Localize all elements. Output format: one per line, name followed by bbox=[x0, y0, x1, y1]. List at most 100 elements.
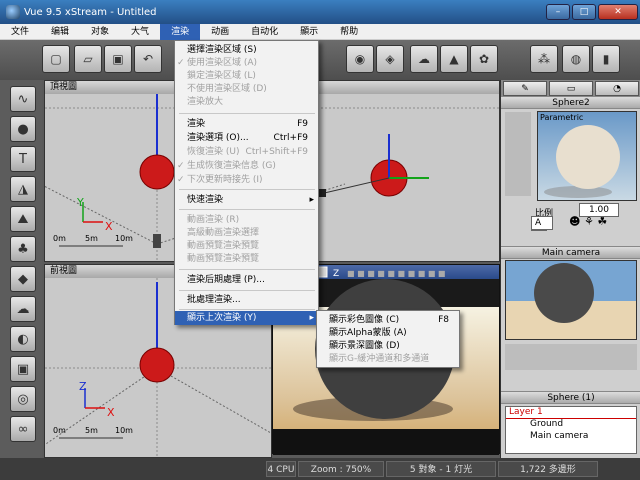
axis-y-label: Y bbox=[76, 196, 84, 209]
text-tool-icon[interactable]: T bbox=[10, 146, 36, 172]
menu-animation[interactable]: 动画 bbox=[200, 24, 240, 40]
plant-icon[interactable]: ✿ bbox=[470, 45, 498, 73]
menu-object[interactable]: 对象 bbox=[80, 24, 120, 40]
close-button[interactable]: ✕ bbox=[598, 4, 638, 20]
scale-label-5: 5m bbox=[85, 426, 98, 435]
menu-item-quick-render[interactable]: 快速渲染 ▸ bbox=[175, 193, 318, 207]
menu-bar: 文件 编辑 对象 大气 渲染 动画 自动化 顯示 帮助 bbox=[0, 23, 640, 40]
menu-item-render-zoom[interactable]: 渲染放大 bbox=[175, 95, 318, 109]
planet-tool-icon[interactable]: ◐ bbox=[10, 326, 36, 352]
objects-header: Sphere (1) bbox=[501, 391, 640, 404]
chart-icon[interactable]: ▮ bbox=[592, 45, 620, 73]
title-bar: Vue 9.5 xStream - Untitled – □ ✕ bbox=[0, 0, 640, 24]
render-menu-dropdown: 選擇渲染区域 (S) ✓ 使用渲染区域 (A) 鎖定渲染区域 (L) 不使用渲染区… bbox=[174, 40, 319, 325]
tab-object-icon[interactable]: ✎ bbox=[503, 81, 547, 96]
metablob-tool-icon[interactable]: ∞ bbox=[10, 416, 36, 442]
menu-file[interactable]: 文件 bbox=[0, 24, 40, 40]
scale-label-5: 5m bbox=[85, 234, 98, 243]
submenu-item-color-image[interactable]: 顯示彩色圖像 (C) F8 bbox=[317, 313, 459, 327]
tab-settings-icon[interactable]: ◔ bbox=[595, 81, 639, 96]
object-count: 5 對象 - 1 灯光 bbox=[386, 461, 496, 477]
menu-item-select-region[interactable]: 選擇渲染区域 (S) bbox=[175, 43, 318, 57]
weather-icon[interactable]: ☁ bbox=[410, 45, 438, 73]
move-camera-icon[interactable]: ◈ bbox=[376, 45, 404, 73]
camera-preview[interactable] bbox=[505, 260, 637, 340]
rock-tool-icon[interactable]: ◆ bbox=[10, 266, 36, 292]
menu-item-batch-render[interactable]: 批處理渲染... bbox=[175, 293, 318, 307]
scale-label-0: 0m bbox=[53, 234, 66, 243]
tree-tool-icon[interactable]: ♣ bbox=[10, 236, 36, 262]
world-browser[interactable]: Layer 1 Ground Main camera bbox=[505, 406, 637, 454]
menu-item-animation-preview[interactable]: 動画預覽渲染預覽 bbox=[175, 239, 318, 253]
layer-item[interactable]: Layer 1 bbox=[506, 407, 636, 419]
menu-item-animation-preview-2[interactable]: 動画預覽渲染預覽 bbox=[175, 252, 318, 266]
menu-item-post-process[interactable]: 渲染后期處理 (P)... bbox=[175, 273, 318, 287]
material-buttons[interactable] bbox=[505, 112, 531, 196]
camera-header: Main camera bbox=[501, 246, 640, 259]
menu-item-resume-render[interactable]: 恢復渲染 (U) Ctrl+Shift+F9 bbox=[175, 145, 318, 159]
menu-item-next-update[interactable]: ✓ 下次更新時接先 (I) bbox=[175, 173, 318, 187]
menu-help[interactable]: 帮助 bbox=[329, 24, 369, 40]
terrain-tool-icon[interactable]: ◮ bbox=[10, 176, 36, 202]
scale-label-10: 10m bbox=[115, 426, 133, 435]
menu-item-animation-render[interactable]: 動画渲染 (R) bbox=[175, 213, 318, 227]
layer-item[interactable]: Main camera bbox=[506, 431, 636, 443]
status-bar: 4 CPU Zoom : 750% 5 對象 - 1 灯光 1,722 多邊形 bbox=[0, 458, 640, 480]
rotate-camera-icon[interactable]: ◉ bbox=[346, 45, 374, 73]
object-type-icons[interactable]: ☻ ⚘ ☘ bbox=[569, 216, 639, 230]
sphere-object[interactable] bbox=[139, 154, 175, 190]
cloud-tool-icon[interactable]: ☁ bbox=[10, 296, 36, 322]
app-icon bbox=[6, 5, 20, 19]
mountain-tool-icon[interactable]: ⛰ bbox=[10, 206, 36, 232]
sphere-tool-icon[interactable]: ● bbox=[10, 116, 36, 142]
curve-tool-icon[interactable]: ∿ bbox=[10, 86, 36, 112]
minimize-button[interactable]: – bbox=[546, 4, 570, 20]
menu-item-render-options[interactable]: 渲染選項 (O)... Ctrl+F9 bbox=[175, 131, 318, 145]
new-file-icon[interactable]: ▢ bbox=[42, 45, 70, 73]
menu-atmosphere[interactable]: 大气 bbox=[120, 24, 160, 40]
undo-icon[interactable]: ↶ bbox=[134, 45, 162, 73]
tab-scale-icon[interactable]: ▭ bbox=[549, 81, 593, 96]
save-icon[interactable]: ▣ bbox=[104, 45, 132, 73]
menu-item-render[interactable]: 渲染 F9 bbox=[175, 117, 318, 131]
show-last-render-submenu: 顯示彩色圖像 (C) F8 顯示Alpha蒙版 (A) 顯示景深圖像 (D) 顯示… bbox=[316, 310, 460, 368]
axis-z-label: Z bbox=[79, 380, 87, 393]
menu-display[interactable]: 顯示 bbox=[289, 24, 329, 40]
terrain-icon[interactable]: ▲ bbox=[440, 45, 468, 73]
object-name-header: Sphere2 bbox=[501, 96, 640, 109]
sphere-object-front[interactable] bbox=[139, 347, 175, 383]
open-folder-icon[interactable]: ▱ bbox=[74, 45, 102, 73]
camera-object[interactable] bbox=[153, 234, 161, 248]
window-title: Vue 9.5 xStream - Untitled bbox=[24, 6, 157, 18]
main-toolbar: ▢ ▱ ▣ ↶ ◉ ◈ ☁ ▲ ✿ ⁂ ◍ ▮ bbox=[0, 40, 640, 80]
menu-edit[interactable]: 编辑 bbox=[40, 24, 80, 40]
boolean-tool-icon[interactable]: ◎ bbox=[10, 386, 36, 412]
menu-item-lock-region[interactable]: 鎖定渲染区域 (L) bbox=[175, 69, 318, 83]
material-icon[interactable]: ⁂ bbox=[530, 45, 558, 73]
menu-item-show-last-render[interactable]: 顯示上次渲染 (Y) ▸ bbox=[175, 311, 318, 325]
submenu-item-alpha[interactable]: 顯示Alpha蒙版 (A) bbox=[317, 326, 459, 340]
camera-icon[interactable] bbox=[318, 189, 326, 197]
submenu-item-depth[interactable]: 顯示景深圖像 (D) bbox=[317, 339, 459, 353]
menu-render[interactable]: 渲染 bbox=[160, 23, 201, 40]
maximize-button[interactable]: □ bbox=[572, 4, 596, 20]
menu-item-use-region[interactable]: ✓ 使用渲染区域 (A) bbox=[175, 56, 318, 70]
menu-item-disable-region[interactable]: 不使用渲染区域 (D) bbox=[175, 82, 318, 96]
cube-tool-icon[interactable]: ▣ bbox=[10, 356, 36, 382]
scale-label-10: 10m bbox=[115, 234, 133, 243]
left-toolbar: ∿ ● T ◮ ⛰ ♣ ◆ ☁ ◐ ▣ ◎ ∞ bbox=[0, 80, 42, 458]
submenu-item-gbuffer[interactable]: 顯示G-緩沖通道和多通道 bbox=[317, 352, 459, 366]
menu-item-resume-info[interactable]: ✓ 生成恢復渲染信息 (G) bbox=[175, 159, 318, 173]
layer-select[interactable]: A bbox=[531, 216, 553, 230]
svg-text:Z: Z bbox=[333, 269, 339, 279]
layer-item[interactable]: Ground bbox=[506, 419, 636, 431]
cpu-count: 4 CPU bbox=[266, 461, 296, 477]
right-panel: ✎ ▭ ◔ Sphere2 Parametric 比例 1.00 A ☻ ⚘ ☘… bbox=[500, 80, 640, 458]
camera-controls[interactable] bbox=[505, 344, 637, 370]
polygon-count: 1,722 多邊形 bbox=[498, 461, 598, 477]
scale-label-0: 0m bbox=[53, 426, 66, 435]
menu-automation[interactable]: 自动化 bbox=[240, 24, 289, 40]
render-icon[interactable]: ◍ bbox=[562, 45, 590, 73]
material-preview[interactable]: Parametric bbox=[537, 111, 637, 201]
menu-item-advanced-animation[interactable]: 高級動画渲染選擇 bbox=[175, 226, 318, 240]
